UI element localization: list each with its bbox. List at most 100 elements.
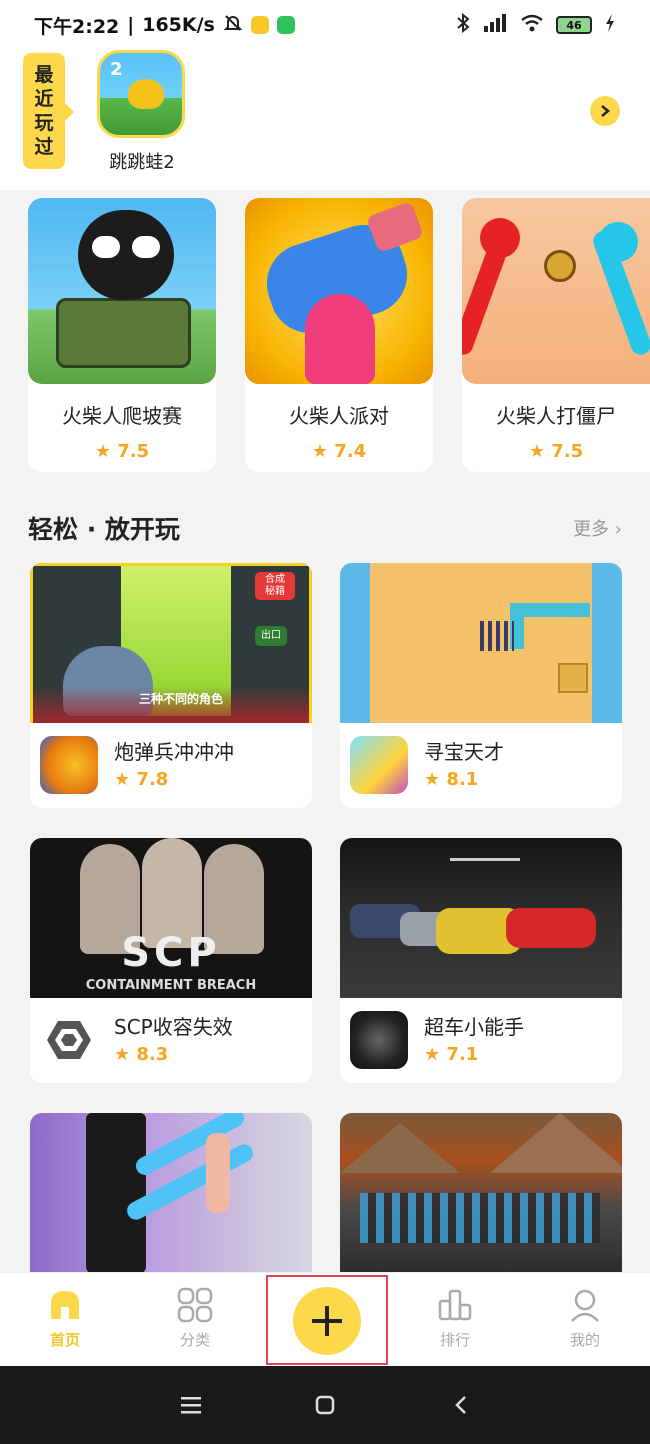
game-rating-value: 7.8 bbox=[136, 769, 169, 790]
game-icon bbox=[350, 1011, 408, 1069]
nav-rank-label: 排行 bbox=[439, 1331, 470, 1349]
featured-game-card[interactable]: 火柴人爬坡赛 ★ 7.5 bbox=[28, 198, 216, 472]
cover-subtitle: CONTAINMENT BREACH bbox=[85, 978, 257, 993]
recent-tag-char: 最 bbox=[34, 64, 54, 86]
section-header: 轻松 · 放开玩 更多 › bbox=[28, 508, 622, 548]
grid-icon bbox=[177, 1287, 213, 1323]
charging-icon bbox=[604, 13, 616, 38]
game-rating-value: 8.3 bbox=[136, 1044, 169, 1065]
home-square-icon[interactable] bbox=[307, 1388, 343, 1422]
game-name: 寻宝天才 bbox=[424, 740, 504, 764]
recent-tag-char: 玩 bbox=[34, 112, 54, 134]
game-rating: ★ 7.8 bbox=[114, 769, 168, 790]
system-navigation-bar bbox=[0, 1366, 650, 1444]
app-notification-icon bbox=[250, 16, 269, 34]
game-cover-image bbox=[340, 1113, 622, 1272]
game-cover-image bbox=[28, 198, 216, 384]
game-cover-image bbox=[30, 1113, 312, 1272]
game-card[interactable]: 三种不同的角色 合成 秘籍 出口 炮弹兵冲冲冲 ★ 7.8 bbox=[30, 563, 312, 808]
game-rating: ★ 7.5 bbox=[28, 441, 216, 462]
user-icon bbox=[567, 1287, 603, 1323]
game-rating: ★ 7.1 bbox=[424, 1044, 478, 1065]
game-rating: ★ 8.1 bbox=[424, 769, 478, 790]
game-rating: ★ 7.5 bbox=[462, 441, 650, 462]
home-icon bbox=[47, 1287, 83, 1323]
more-label: 更多 bbox=[573, 519, 610, 540]
game-name: 炮弹兵冲冲冲 bbox=[114, 740, 234, 764]
game-card[interactable]: SCP CONTAINMENT BREACH SCP收容失效 ★ 8.3 bbox=[30, 838, 312, 1083]
game-icon bbox=[40, 736, 98, 794]
section-title: 轻松 · 放开玩 bbox=[28, 515, 180, 544]
game-name: 火柴人爬坡赛 bbox=[62, 404, 182, 428]
game-name: SCP收容失效 bbox=[114, 1015, 233, 1039]
game-icon[interactable]: 2 bbox=[97, 50, 185, 138]
nav-category[interactable]: 分类 bbox=[155, 1287, 235, 1350]
signal-icon bbox=[482, 13, 508, 38]
recent-game-name: 跳跳蛙2 bbox=[109, 152, 175, 173]
more-link[interactable]: 更多 › bbox=[573, 515, 622, 541]
mute-icon bbox=[223, 13, 243, 38]
nav-mine-label: 我的 bbox=[569, 1331, 600, 1349]
back-icon[interactable] bbox=[443, 1388, 479, 1422]
game-cover-image bbox=[245, 198, 433, 384]
star-icon: ★ bbox=[424, 769, 441, 790]
cover-title: SCP bbox=[121, 930, 221, 976]
bar-chart-icon bbox=[437, 1287, 473, 1323]
recent-tag-char: 近 bbox=[34, 88, 54, 110]
game-rating-value: 8.1 bbox=[446, 769, 479, 790]
star-icon: ★ bbox=[114, 1044, 131, 1065]
game-card[interactable]: 寻宝天才 ★ 8.1 bbox=[340, 563, 622, 808]
game-icon-label: 2 bbox=[110, 59, 123, 80]
scp-logo-icon bbox=[40, 1011, 98, 1069]
game-card[interactable] bbox=[30, 1113, 312, 1272]
nav-home-label: 首页 bbox=[49, 1331, 80, 1349]
wifi-icon bbox=[520, 13, 544, 38]
game-name: 超车小能手 bbox=[424, 1015, 524, 1039]
wechat-notification-icon bbox=[276, 16, 295, 34]
game-card[interactable]: 超车小能手 ★ 7.1 bbox=[340, 838, 622, 1083]
star-icon: ★ bbox=[311, 441, 328, 462]
nav-mine[interactable]: 我的 bbox=[545, 1287, 625, 1350]
status-time: 下午2:22 bbox=[34, 15, 120, 38]
star-icon: ★ bbox=[94, 441, 111, 462]
battery-icon: 46 bbox=[556, 16, 592, 34]
star-icon: ★ bbox=[528, 441, 545, 462]
plus-icon bbox=[312, 1306, 342, 1336]
cover-caption: 三种不同的角色 bbox=[139, 692, 224, 706]
game-cover-image: 三种不同的角色 合成 秘籍 出口 bbox=[30, 563, 312, 723]
recent-played-bar: 最 近 玩 过 2 跳跳蛙2 bbox=[0, 50, 650, 190]
star-icon: ★ bbox=[114, 769, 131, 790]
game-rating: ★ 7.4 bbox=[245, 441, 433, 462]
add-highlight-box bbox=[266, 1275, 388, 1365]
status-separator: | bbox=[127, 14, 135, 36]
nav-rank[interactable]: 排行 bbox=[415, 1287, 495, 1350]
featured-game-card[interactable]: 火柴人派对 ★ 7.4 bbox=[245, 198, 433, 472]
recent-tag-char: 过 bbox=[34, 136, 54, 158]
chevron-right-icon[interactable] bbox=[590, 96, 620, 126]
recent-played-tag: 最 近 玩 过 bbox=[23, 53, 74, 169]
bluetooth-icon bbox=[456, 12, 470, 38]
game-icon bbox=[350, 736, 408, 794]
featured-game-card[interactable]: 火柴人打僵尸 ★ 7.5 bbox=[462, 198, 650, 472]
game-rating: ★ 8.3 bbox=[114, 1044, 168, 1065]
cover-badge: 出口 bbox=[255, 626, 287, 646]
battery-level: 46 bbox=[566, 18, 582, 32]
game-card[interactable] bbox=[340, 1113, 622, 1272]
bottom-navigation: 首页 分类 排行 我的 bbox=[0, 1272, 650, 1366]
recent-game-item[interactable]: 2 跳跳蛙2 bbox=[97, 50, 187, 174]
chevron-right-icon: › bbox=[614, 519, 622, 540]
menu-icon[interactable] bbox=[173, 1388, 209, 1422]
add-button[interactable] bbox=[293, 1287, 361, 1355]
status-speed: 165K/s bbox=[142, 14, 215, 36]
game-rating-value: 7.5 bbox=[551, 441, 584, 462]
game-rating-value: 7.5 bbox=[117, 441, 150, 462]
cover-badge: 合成 秘籍 bbox=[255, 572, 295, 600]
star-icon: ★ bbox=[424, 1044, 441, 1065]
nav-home[interactable]: 首页 bbox=[25, 1287, 105, 1350]
game-cover-image bbox=[462, 198, 650, 384]
game-cover-image bbox=[340, 563, 622, 723]
game-cover-image: SCP CONTAINMENT BREACH bbox=[30, 838, 312, 998]
game-name: 火柴人派对 bbox=[289, 404, 389, 428]
game-rating-value: 7.1 bbox=[446, 1044, 479, 1065]
featured-games-row: 火柴人爬坡赛 ★ 7.5 火柴人派对 ★ 7.4 火柴人打僵尸 ★ 7.5 bbox=[0, 190, 650, 490]
